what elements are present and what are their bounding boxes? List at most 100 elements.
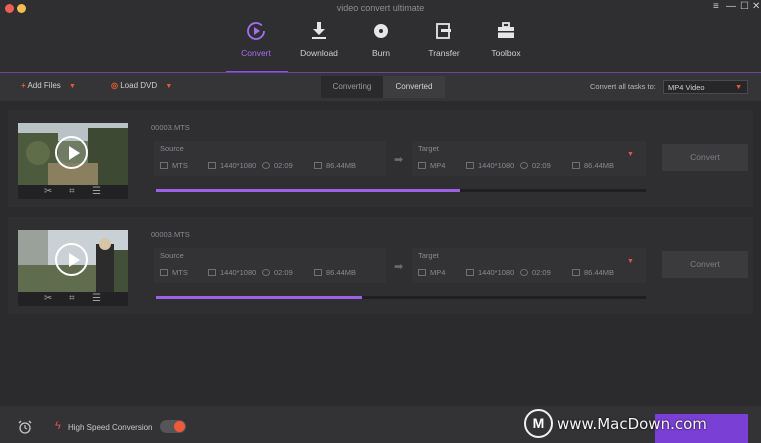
clock-icon [520,269,528,276]
source-info: Source MTS 1440*1080 02:09 86.44MB [154,248,386,283]
folder-icon [314,269,322,276]
nav-toolbox[interactable]: Toolbox [476,18,536,70]
clock-icon [520,162,528,169]
clock-icon [262,269,270,276]
file-name: 00003.MTS [151,230,190,239]
app-title: video convert ultimate [336,3,425,13]
target-size: 86.44MB [572,161,614,170]
convert-all-label: Convert all tasks to: [590,82,656,91]
progress-fill [156,189,460,192]
tab-converted[interactable]: Converted [383,76,445,98]
source-size: 86.44MB [314,268,356,277]
toolbox-icon [498,22,514,38]
target-info[interactable]: Target MP4 1440*1080 02:09 86.44MB [412,248,646,283]
top-nav: Convert Download Burn Transfer Toolbox [0,16,761,73]
dvd-icon: ◎ [111,81,118,90]
trim-icon[interactable]: ✂ [44,293,52,304]
download-icon [312,22,326,39]
crop-icon[interactable]: ⌗ [69,293,75,304]
source-size: 86.44MB [314,161,356,170]
thumbnail-toolbar: ✂ ⌗ ☰ [18,185,128,199]
progress-bar [156,296,646,299]
effects-icon[interactable]: ☰ [92,186,101,197]
resolution-icon [466,162,474,169]
video-thumbnail[interactable] [18,230,128,292]
source-resolution: 1440*1080 [208,161,256,170]
arrow-right-icon: ➡ [394,154,404,166]
toolbar: + Add Files ▼ ◎ Load DVD ▼ Converting Co… [0,73,761,101]
convert-button[interactable]: Convert [662,251,748,278]
target-duration: 02:09 [520,161,551,170]
plus-icon: + [21,81,26,90]
file-name: 00003.MTS [151,123,190,132]
chevron-down-icon[interactable]: ▼ [627,258,634,265]
watermark-logo: M [524,409,553,438]
source-resolution: 1440*1080 [208,268,256,277]
maximize-icon[interactable]: ☐ [740,1,749,12]
file-row: ✂ ⌗ ☰ 00003.MTS Source MTS 1440*1080 02:… [8,217,753,314]
convert-button[interactable]: Convert [662,144,748,171]
source-duration: 02:09 [262,161,293,170]
add-files-label: Add Files [27,81,61,90]
toggle-knob [174,421,185,432]
watermark: M www.MacDown.com [521,406,761,443]
minimize-icon[interactable]: — [726,1,736,12]
alarm-clock-icon[interactable] [18,420,32,434]
arrow-right-icon: ➡ [394,261,404,273]
nav-convert[interactable]: Convert [226,18,286,70]
crop-icon[interactable]: ⌗ [69,186,75,197]
resolution-icon [466,269,474,276]
target-label: Target [418,144,439,153]
file-icon [160,162,168,169]
target-duration: 02:09 [520,268,551,277]
file-icon [160,269,168,276]
load-dvd-button[interactable]: ◎ Load DVD ▼ [111,81,172,90]
output-format-select[interactable]: MP4 Video ▼ [663,80,748,94]
source-format: MTS [160,268,188,277]
target-info[interactable]: Target MP4 1440*1080 02:09 86.44MB [412,141,646,176]
nav-transfer-label: Transfer [428,48,460,58]
convert-icon [247,22,265,40]
tab-converting[interactable]: Converting [321,76,383,98]
load-dvd-label: Load DVD [120,81,158,90]
burn-icon [374,24,388,38]
chevron-down-icon[interactable]: ▼ [69,83,76,90]
video-thumbnail[interactable] [18,123,128,185]
nav-burn[interactable]: Burn [351,18,411,70]
source-label: Source [160,144,184,153]
nav-download-label: Download [300,48,338,58]
menu-icon[interactable]: ≡ [713,1,719,12]
add-files-button[interactable]: + Add Files ▼ [21,81,76,90]
title-bar: video convert ultimate ≡ — ☐ ✕ [0,0,761,16]
folder-icon [572,162,580,169]
nav-transfer[interactable]: Transfer [414,18,474,70]
source-duration: 02:09 [262,268,293,277]
trim-icon[interactable]: ✂ [44,186,52,197]
chevron-down-icon[interactable]: ▼ [627,151,634,158]
chevron-down-icon[interactable]: ▼ [165,83,172,90]
target-resolution: 1440*1080 [466,268,514,277]
effects-icon[interactable]: ☰ [92,293,101,304]
progress-fill [156,296,362,299]
target-resolution: 1440*1080 [466,161,514,170]
file-icon [418,162,426,169]
lightning-icon: ϟ [55,420,61,432]
file-list: ✂ ⌗ ☰ 00003.MTS Source MTS 1440*1080 02:… [0,101,761,406]
play-icon[interactable] [55,243,88,276]
play-icon[interactable] [55,136,88,169]
chevron-down-icon: ▼ [735,84,742,91]
close-icon[interactable]: ✕ [752,1,760,12]
file-icon [418,269,426,276]
transfer-icon [436,23,451,39]
nav-burn-label: Burn [372,48,390,58]
resolution-icon [208,269,216,276]
nav-download[interactable]: Download [289,18,349,70]
footer: ϟ High Speed Conversion M www.MacDown.co… [0,406,761,443]
source-info: Source MTS 1440*1080 02:09 86.44MB [154,141,386,176]
high-speed-label: High Speed Conversion [68,423,153,432]
high-speed-toggle[interactable] [160,420,186,433]
target-label: Target [418,251,439,260]
file-row: ✂ ⌗ ☰ 00003.MTS Source MTS 1440*1080 02:… [8,110,753,207]
nav-convert-label: Convert [241,48,271,58]
resolution-icon [208,162,216,169]
